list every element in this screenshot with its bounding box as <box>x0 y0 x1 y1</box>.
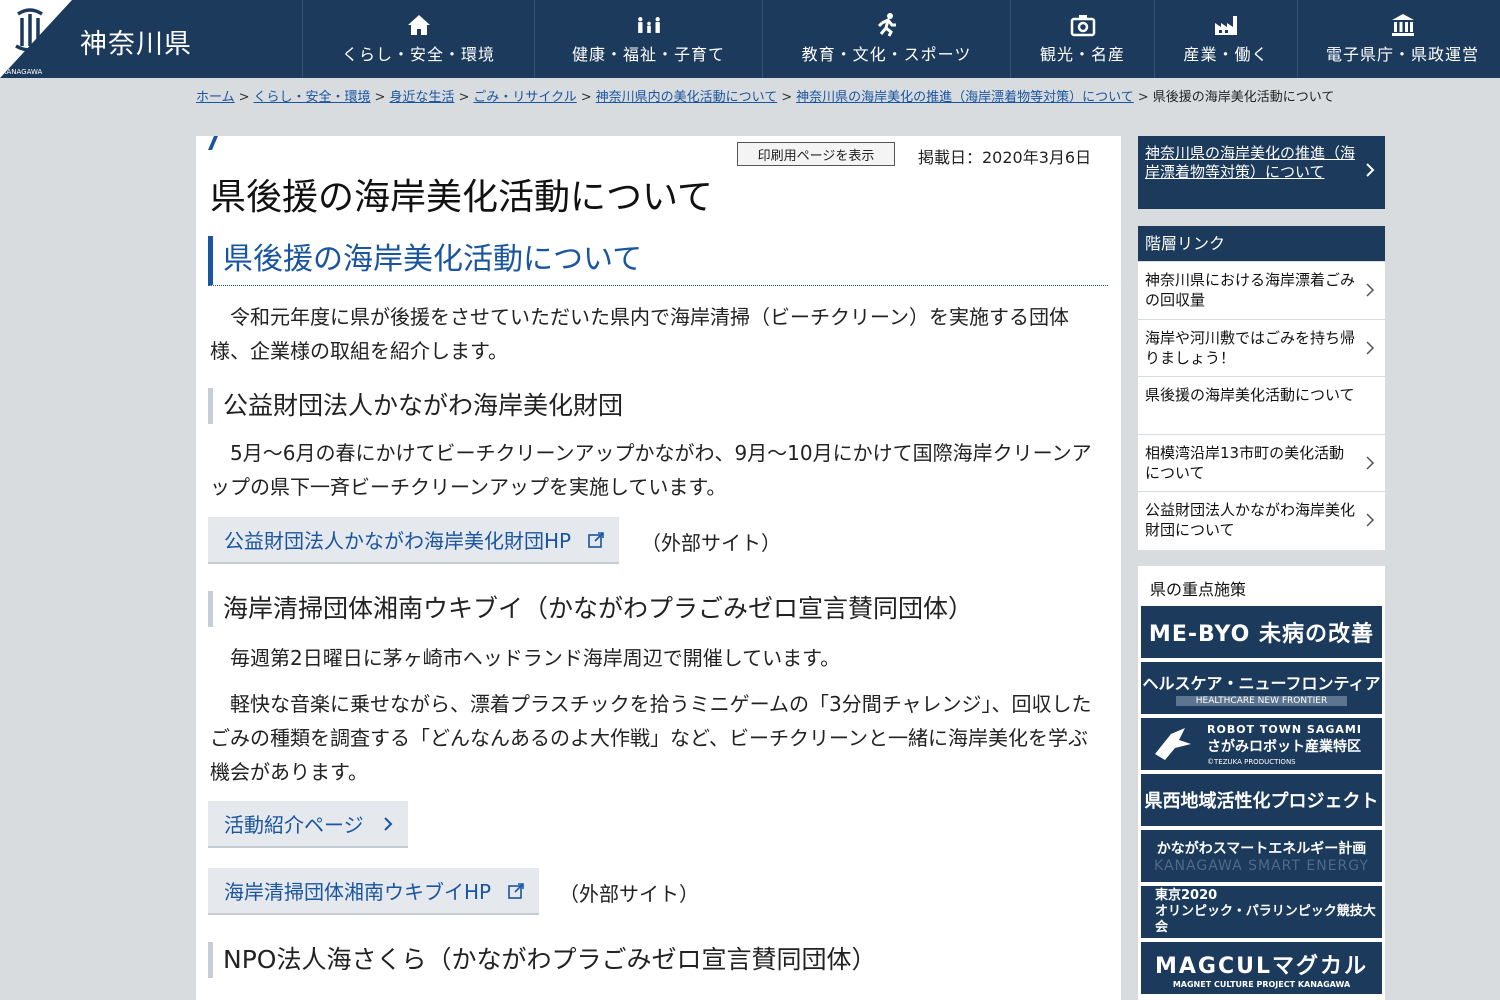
tier-item-current[interactable]: 県後援の海岸美化活動について <box>1138 377 1385 435</box>
external-link-icon <box>508 882 524 899</box>
banner-magcul[interactable]: MAGCULマグカル MAGNET CULTURE PROJECT KANAGA… <box>1141 942 1382 994</box>
subheading-foundation: 公益財団法人かながわ海岸美化財団 <box>208 388 623 424</box>
tier-links-heading: 階層リンク <box>1138 226 1385 261</box>
nav-item-tourism[interactable]: 観光・名産 <box>1010 0 1154 78</box>
nav-label: 教育・文化・スポーツ <box>801 45 972 64</box>
chevron-right-icon <box>1366 163 1375 177</box>
external-link-icon <box>588 531 604 548</box>
subheading-ukibui: 海岸清掃団体湘南ウキブイ（かながわプラごみゼロ宣言賛同団体） <box>208 591 973 627</box>
logo-small-text: KANAGAWA <box>2 68 43 76</box>
corner-accent-icon <box>208 136 218 150</box>
ukibui-paragraph-1: 毎週第2日曜日に茅ヶ崎市ヘッドランド海岸周辺で開催しています。 <box>230 646 841 670</box>
ukibui-paragraph-2: 軽快な音楽に乗せながら、漂着プラスチックを拾うミニゲームの「3分間チャレンジ」、… <box>210 692 1092 784</box>
runner-icon <box>877 13 896 37</box>
nav-item-health[interactable]: 健康・福祉・子育て <box>534 0 762 78</box>
chevron-right-icon <box>383 816 393 831</box>
tier-item[interactable]: 公益財団法人かながわ海岸美化財団について <box>1138 492 1385 550</box>
subheading-umisakura: NPO法人海さくら（かながわプラごみゼロ宣言賛同団体） <box>208 942 876 978</box>
activity-page-link[interactable]: 活動紹介ページ <box>208 801 408 848</box>
breadcrumb-beautification[interactable]: 神奈川県内の美化活動について <box>596 90 778 105</box>
government-building-icon <box>1391 14 1414 36</box>
camera-icon <box>1070 15 1095 37</box>
section-heading: 県後援の海岸美化活動について <box>208 236 1108 286</box>
ukibui-hp-link[interactable]: 海岸清掃団体湘南ウキブイHP <box>208 868 540 915</box>
link-label: 海岸清掃団体湘南ウキブイHP <box>224 880 492 904</box>
nav-label: 電子県庁・県政運営 <box>1325 45 1479 64</box>
main-content: 印刷用ページを表示 掲載日：2020年3月6日 県後援の海岸美化活動について 県… <box>196 136 1121 1000</box>
nav-item-government[interactable]: 電子県庁・県政運営 <box>1297 0 1500 78</box>
breadcrumb-daily-life[interactable]: 身近な生活 <box>389 90 454 105</box>
banner-mebyo[interactable]: ME-BYO 未病の改善 <box>1141 606 1382 658</box>
page-title: 県後援の海岸美化活動について <box>210 177 713 218</box>
tier-item[interactable]: 相模湾沿岸13市町の美化活動について <box>1138 435 1385 492</box>
factory-icon <box>1215 16 1237 35</box>
priority-policies-title: 県の重点施策 <box>1150 580 1247 599</box>
breadcrumb: ホーム > くらし・安全・環境 > 身近な生活 > ごみ・リサイクル > 神奈川県内の美化活動に… <box>196 90 1335 105</box>
parent-page-link[interactable]: 神奈川県の海岸美化の推進（海岸漂着物等対策）について <box>1138 136 1385 209</box>
banner-robot-town[interactable]: ROBOT TOWN SAGAMI さがみロボット産業特区 ©TEZUKA PR… <box>1141 718 1382 770</box>
priority-policies: 県の重点施策 ME-BYO 未病の改善 ヘルスケア・ニューフロンティア HEAL… <box>1138 566 1385 1000</box>
robot-character-icon <box>1155 728 1191 760</box>
nav-item-industry[interactable]: 産業・働く <box>1154 0 1297 78</box>
external-site-note: （外部サイト） <box>641 531 781 555</box>
site-logo[interactable]: KANAGAWA 神奈川県 <box>0 0 235 78</box>
kanagawa-emblem-icon: KANAGAWA <box>0 0 72 78</box>
parent-link-text[interactable]: 神奈川県の海岸美化の推進（海岸漂着物等対策）について <box>1145 144 1355 181</box>
nav-label: くらし・安全・環境 <box>341 45 495 64</box>
published-date: 掲載日：2020年3月6日 <box>918 148 1092 167</box>
breadcrumb-coast-promotion[interactable]: 神奈川県の海岸美化の推進（海岸漂着物等対策）について <box>796 90 1134 105</box>
banner-kensei-project[interactable]: 県西地域活性化プロジェクト <box>1141 774 1382 826</box>
intro-paragraph: 令和元年度に県が後援をさせていただいた県内で海岸清掃（ビーチクリーン）を実施する… <box>210 305 1069 363</box>
home-icon <box>407 15 430 35</box>
nav-label: 産業・働く <box>1183 45 1269 64</box>
print-page-button[interactable]: 印刷用ページを表示 <box>737 142 895 166</box>
tier-item[interactable]: 海岸や河川敷ではごみを持ち帰りましょう！ <box>1138 320 1385 377</box>
tier-item[interactable]: 神奈川県における海岸漂着ごみの回収量 <box>1138 262 1385 320</box>
site-header: KANAGAWA 神奈川県 くらし・安全・環境 健康・福祉・子育て 教育・文化・… <box>0 0 1500 78</box>
link-label: 公益財団法人かながわ海岸美化財団HP <box>224 529 572 553</box>
site-name: 神奈川県 <box>80 29 192 60</box>
nav-label: 健康・福祉・子育て <box>571 45 725 64</box>
chevron-right-icon <box>1366 283 1375 297</box>
banner-healthcare-frontier[interactable]: ヘルスケア・ニューフロンティア HEALTHCARE NEW FRONTIER <box>1141 662 1382 714</box>
foundation-hp-link[interactable]: 公益財団法人かながわ海岸美化財団HP <box>208 517 620 564</box>
family-icon <box>637 17 660 33</box>
chevron-right-icon <box>1366 340 1375 355</box>
breadcrumb-current: 県後援の海岸美化活動について <box>1152 90 1335 105</box>
breadcrumb-recycling[interactable]: ごみ・リサイクル <box>473 90 576 105</box>
foundation-paragraph: 5月～6月の春にかけてビーチクリーンアップかながわ、9月～10月にかけて国際海岸… <box>210 441 1092 499</box>
link-label: 活動紹介ページ <box>224 813 364 837</box>
chevron-right-icon <box>1366 513 1375 527</box>
global-nav: くらし・安全・環境 健康・福祉・子育て 教育・文化・スポーツ 観光・名産 産業・… <box>302 0 1500 78</box>
nav-label: 観光・名産 <box>1039 45 1125 64</box>
external-site-note: （外部サイト） <box>559 882 699 906</box>
breadcrumb-home[interactable]: ホーム <box>196 90 235 105</box>
banner-smart-energy[interactable]: かながわスマートエネルギー計画 KANAGAWA SMART ENERGY <box>1141 830 1382 882</box>
chevron-right-icon <box>1366 455 1375 470</box>
nav-item-living[interactable]: くらし・安全・環境 <box>302 0 534 78</box>
nav-item-education[interactable]: 教育・文化・スポーツ <box>762 0 1010 78</box>
tier-links-list: 神奈川県における海岸漂着ごみの回収量 海岸や河川敷ではごみを持ち帰りましょう！ … <box>1138 262 1385 550</box>
breadcrumb-living[interactable]: くらし・安全・環境 <box>254 90 371 105</box>
banner-tokyo-2020[interactable]: 東京2020 オリンピック・パラリンピック競技大会 <box>1141 886 1382 938</box>
